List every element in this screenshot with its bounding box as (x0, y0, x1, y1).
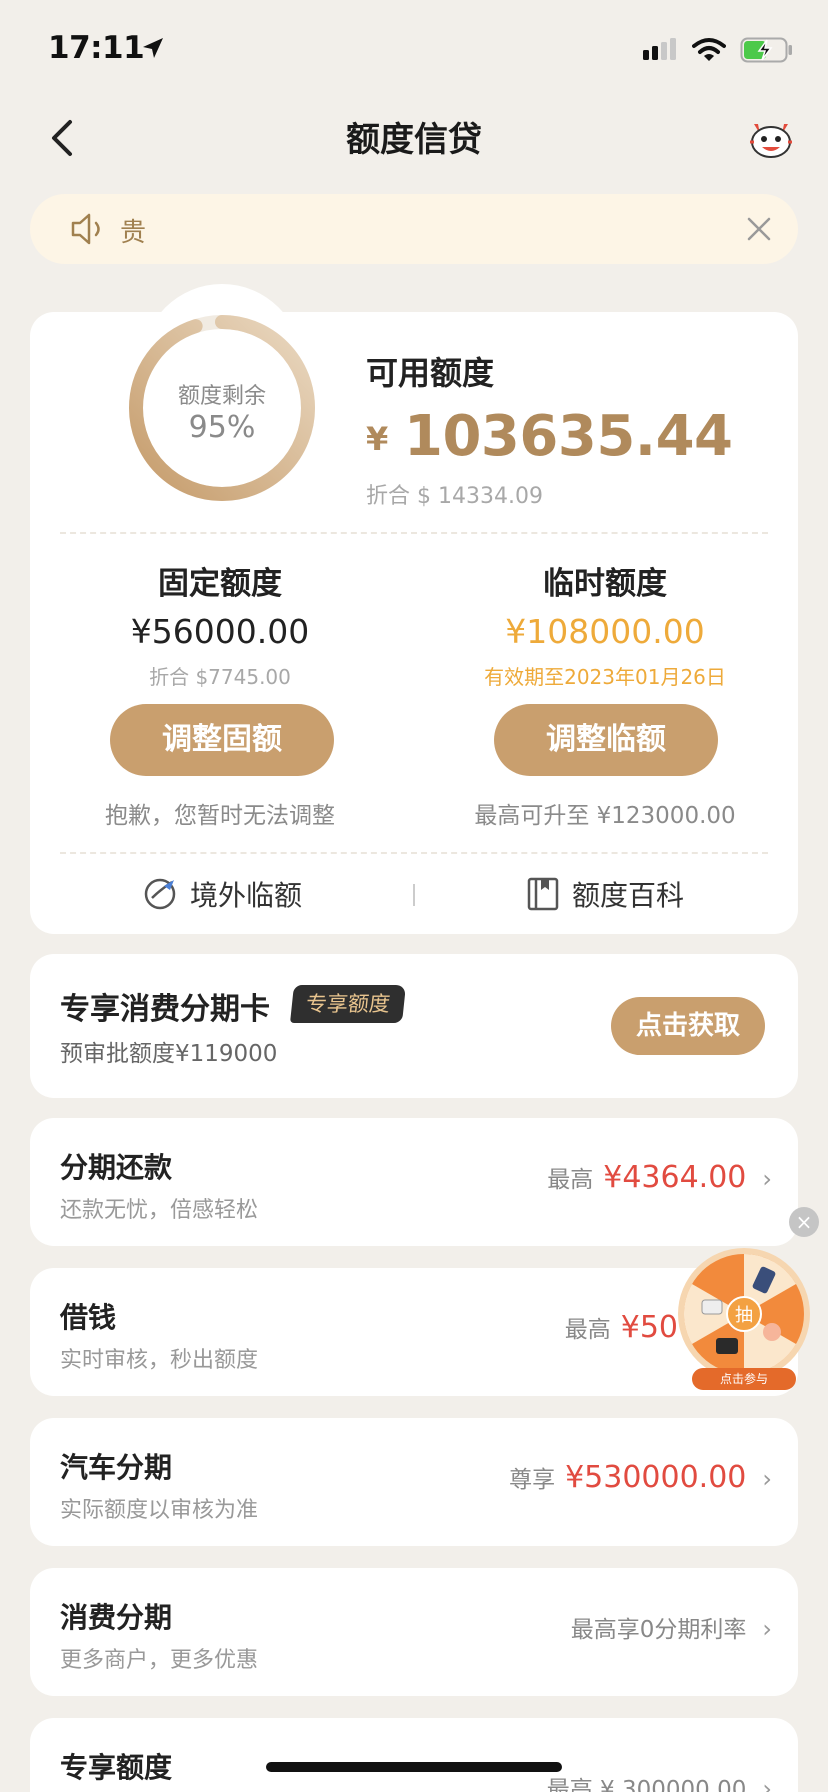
overseas-temp-link[interactable]: 境外临额 (142, 874, 302, 914)
list-item-car-installment[interactable]: 汽车分期 实际额度以审核为准 尊享 ¥530000.00 › (30, 1418, 798, 1546)
list-item-sub: 实时审核，秒出额度 (60, 1348, 259, 1373)
notice-text: 贵 (120, 218, 147, 248)
available-amount: 103635.44 (404, 404, 733, 469)
page-title: 额度信贷 (346, 120, 482, 160)
status-icons (642, 36, 794, 64)
exclusive-sub: 预审批额度¥119000 (60, 1041, 278, 1067)
chevron-right-icon: › (762, 1775, 772, 1792)
link-divider (413, 884, 415, 906)
cellular-signal-icon (643, 38, 676, 60)
wifi-icon (692, 38, 726, 61)
location-arrow-icon (143, 38, 163, 58)
adjust-fixed-button[interactable]: 调整固额 (110, 704, 334, 776)
home-indicator (266, 1762, 562, 1772)
list-item-title: 汽车分期 (60, 1451, 173, 1484)
mascot-service-icon[interactable] (748, 116, 794, 160)
wheel-center-text: 抽 (735, 1305, 753, 1326)
exclusive-badge: 专享额度 (290, 985, 406, 1023)
list-item-title: 消费分期 (60, 1601, 173, 1634)
temp-title: 临时额度 (543, 566, 667, 602)
ring-percent: 95% (188, 410, 256, 445)
speaker-icon (71, 213, 100, 245)
chevron-right-icon: › (762, 1465, 772, 1493)
temp-amount: ¥108000.00 (505, 612, 705, 651)
list-item-sub: 实际额度以审核为准 (60, 1498, 259, 1523)
divider-dashed (60, 852, 768, 854)
chevron-right-icon: › (762, 1165, 772, 1193)
available-title: 可用额度 (366, 354, 495, 392)
overseas-temp-label: 境外临额 (190, 879, 303, 912)
list-item-title: 分期还款 (60, 1151, 173, 1184)
status-time: 17:11 (48, 30, 145, 66)
list-item-prefix: 最高 (547, 1167, 594, 1193)
adjust-temp-button[interactable]: 调整临额 (494, 704, 718, 776)
fixed-title: 固定额度 (158, 566, 282, 602)
exclusive-title: 专享消费分期卡 (60, 992, 270, 1027)
lottery-wheel-icon[interactable]: 抽 (676, 1246, 812, 1382)
get-now-button[interactable]: 点击获取 (611, 997, 765, 1055)
chevron-right-icon: › (762, 1615, 772, 1643)
list-item-installment-repay[interactable]: 分期还款 还款无忧，倍感轻松 最高 ¥4364.00 › (30, 1118, 798, 1246)
ring-label: 额度剩余 (177, 384, 266, 409)
list-item-note: 最高享0分期利率 (570, 1617, 747, 1643)
list-item-title: 专享额度 (60, 1751, 173, 1784)
float-close-button[interactable]: × (789, 1207, 819, 1237)
available-usd: 折合 $ 14334.09 (366, 484, 543, 509)
list-item-exclusive-credit[interactable]: 专享额度 最高 ¥ 300000.00 › (30, 1718, 798, 1792)
temp-expiry: 有效期至2023年01月26日 (484, 665, 726, 689)
credit-wiki-label: 额度百科 (572, 879, 685, 912)
book-icon (527, 877, 559, 911)
list-item-title: 借钱 (60, 1301, 117, 1334)
list-item-sub: 还款无忧，倍感轻松 (60, 1198, 259, 1223)
temp-note: 最高可升至 ¥123000.00 (474, 803, 736, 829)
fixed-amount: ¥56000.00 (130, 612, 310, 651)
battery-charging-icon (740, 37, 792, 63)
divider-dashed (60, 532, 768, 534)
list-item-value: ¥530000.00 (565, 1460, 747, 1495)
fixed-note: 抱歉，您暂时无法调整 (105, 803, 335, 829)
list-item-prefix: 尊享 (509, 1467, 556, 1493)
list-item-consumer-installment[interactable]: 消费分期 更多商户，更多优惠 最高享0分期利率 › (30, 1568, 798, 1696)
list-item-value: ¥50 (620, 1310, 678, 1345)
fixed-usd: 折合 $7745.00 (149, 665, 291, 689)
list-item-prefix: 最高 (564, 1317, 611, 1343)
close-icon[interactable] (746, 216, 772, 242)
credit-wiki-link[interactable]: 额度百科 (526, 874, 684, 914)
list-item-value: ¥4364.00 (603, 1160, 747, 1195)
list-item-note: 最高 ¥ 300000.00 (546, 1777, 747, 1792)
currency-symbol: ¥ (366, 420, 389, 458)
globe-plane-icon (144, 878, 176, 910)
list-item-sub: 更多商户，更多优惠 (60, 1648, 259, 1673)
wheel-label[interactable]: 点击参与 (692, 1368, 796, 1390)
